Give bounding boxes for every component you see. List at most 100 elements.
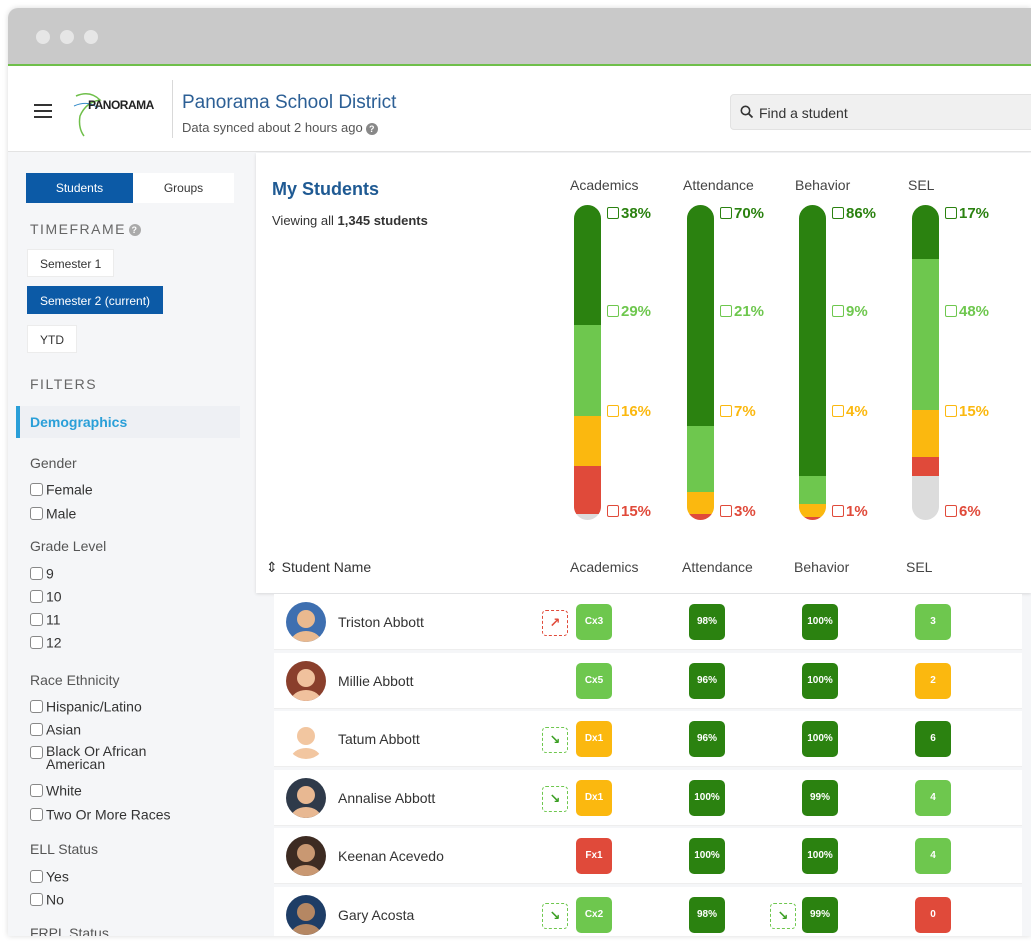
checkbox-box[interactable]: [30, 589, 43, 603]
behavior-chip[interactable]: 100%: [802, 838, 838, 874]
dist-checkbox[interactable]: [607, 504, 619, 517]
avatar[interactable]: [286, 660, 326, 701]
student-name[interactable]: Millie Abbott: [338, 673, 413, 689]
checkbox-white[interactable]: White: [30, 781, 82, 798]
behavior-chip[interactable]: 100%: [802, 604, 838, 640]
checkbox-box[interactable]: [30, 506, 43, 520]
timeframe-ytd[interactable]: YTD: [27, 325, 77, 353]
table-row[interactable]: Keenan Acevedo Fx1 100% 100% 4: [274, 828, 1022, 884]
dist-checkbox[interactable]: [832, 404, 844, 417]
checkbox-box[interactable]: [30, 635, 43, 649]
table-row[interactable]: Tatum Abbott ↘ Dx1 96% 100% 6: [274, 711, 1022, 767]
dist-checkbox[interactable]: [607, 404, 619, 417]
checkbox-box[interactable]: [30, 745, 43, 759]
checkbox-grade-12[interactable]: 12: [30, 633, 62, 650]
checkbox-hispanic-latino[interactable]: Hispanic/Latino: [30, 697, 142, 714]
avatar[interactable]: [286, 602, 326, 642]
help-icon[interactable]: ?: [365, 122, 378, 135]
dist-percent-label[interactable]: 15%: [607, 503, 651, 520]
dist-bar-behavior[interactable]: [799, 205, 826, 520]
dist-percent-label[interactable]: 86%: [832, 205, 876, 222]
sel-chip[interactable]: 4: [915, 779, 951, 816]
checkbox-ell-yes[interactable]: Yes: [30, 867, 69, 884]
checkbox-asian[interactable]: Asian: [30, 720, 81, 737]
attendance-chip[interactable]: 100%: [689, 838, 725, 874]
sel-chip[interactable]: 0: [915, 896, 951, 933]
timeframe-semester-1[interactable]: Semester 1: [27, 249, 115, 277]
checkbox-female[interactable]: Female: [30, 480, 93, 497]
dist-checkbox[interactable]: [945, 206, 957, 219]
avatar[interactable]: [286, 777, 326, 818]
checkbox-male[interactable]: Male: [30, 504, 76, 521]
menu-icon[interactable]: [34, 104, 52, 118]
checkbox-box[interactable]: [30, 892, 43, 906]
academics-chip[interactable]: Cx5: [576, 662, 612, 699]
academics-chip[interactable]: Cx3: [576, 604, 612, 640]
window-close-dot[interactable]: [36, 30, 50, 44]
behavior-chip[interactable]: 99%: [802, 896, 838, 933]
window-minimize-dot[interactable]: [60, 30, 74, 44]
trend-down-icon[interactable]: ↘: [542, 727, 568, 753]
checkbox-box[interactable]: [30, 722, 43, 736]
col-head-attendance[interactable]: Attendance: [682, 559, 753, 575]
avatar[interactable]: [286, 836, 326, 876]
dist-checkbox[interactable]: [832, 206, 844, 219]
checkbox-box[interactable]: [30, 612, 43, 626]
dist-checkbox[interactable]: [720, 206, 732, 219]
panorama-logo[interactable]: PANORAMA: [70, 86, 170, 138]
student-name[interactable]: Triston Abbott: [338, 614, 424, 630]
checkbox-grade-11[interactable]: 11: [30, 610, 61, 627]
dist-bar-sel[interactable]: [912, 205, 939, 520]
student-name[interactable]: Keenan Acevedo: [338, 848, 444, 864]
dist-percent-label[interactable]: 6%: [945, 503, 981, 520]
trend-down-icon[interactable]: ↘: [542, 785, 568, 812]
dist-checkbox[interactable]: [720, 504, 732, 517]
student-search[interactable]: Find a student: [730, 94, 1031, 130]
checkbox-box[interactable]: [30, 699, 43, 713]
dist-checkbox[interactable]: [832, 504, 844, 517]
timeframe-semester-2[interactable]: Semester 2 (current): [27, 286, 164, 314]
filter-tab-demographics[interactable]: Demographics: [16, 406, 240, 438]
tab-groups[interactable]: Groups: [133, 173, 234, 203]
dist-percent-label[interactable]: 16%: [607, 403, 651, 420]
checkbox-box[interactable]: [30, 566, 43, 580]
attendance-chip[interactable]: 98%: [689, 896, 725, 933]
academics-chip[interactable]: Dx1: [576, 779, 612, 816]
sel-chip[interactable]: 3: [915, 604, 951, 640]
sel-chip[interactable]: 2: [915, 662, 951, 699]
window-maximize-dot[interactable]: [84, 30, 98, 44]
dist-percent-label[interactable]: 38%: [607, 205, 651, 222]
tab-students[interactable]: Students: [26, 173, 133, 203]
academics-chip[interactable]: Fx1: [576, 838, 612, 874]
dist-checkbox[interactable]: [607, 304, 619, 317]
dist-checkbox[interactable]: [607, 206, 619, 219]
behavior-chip[interactable]: 100%: [802, 662, 838, 699]
dist-checkbox[interactable]: [945, 404, 957, 417]
checkbox-box[interactable]: [30, 783, 43, 797]
sort-student-name[interactable]: ⇕ Student Name: [266, 559, 371, 576]
checkbox-grade-9[interactable]: 9: [30, 564, 54, 581]
col-head-sel[interactable]: SEL: [906, 559, 932, 575]
student-name[interactable]: Gary Acosta: [338, 907, 414, 923]
search-input[interactable]: Find a student: [759, 105, 848, 121]
trend-down-icon[interactable]: ↘: [542, 902, 568, 929]
behavior-chip[interactable]: 99%: [802, 779, 838, 816]
dist-percent-label[interactable]: 48%: [945, 303, 989, 320]
checkbox-black-african-american[interactable]: Black Or African American: [30, 744, 156, 771]
attendance-chip[interactable]: 98%: [689, 604, 725, 640]
dist-checkbox[interactable]: [945, 504, 957, 517]
academics-chip[interactable]: Dx1: [576, 721, 612, 757]
dist-percent-label[interactable]: 29%: [607, 303, 651, 320]
table-row[interactable]: Annalise Abbott ↘ Dx1 100% 99% 4: [274, 769, 1022, 826]
avatar[interactable]: [286, 894, 326, 935]
sel-chip[interactable]: 4: [915, 838, 951, 874]
dist-percent-label[interactable]: 17%: [945, 205, 989, 222]
table-row[interactable]: Millie Abbott Cx5 96% 100% 2: [274, 652, 1022, 709]
table-row[interactable]: Triston Abbott ↗ Cx3 98% 100% 3: [274, 594, 1022, 650]
trend-up-icon[interactable]: ↗: [542, 610, 568, 636]
student-name[interactable]: Tatum Abbott: [338, 731, 420, 747]
checkbox-box[interactable]: [30, 869, 43, 883]
attendance-chip[interactable]: 96%: [689, 721, 725, 757]
trend-down-icon[interactable]: ↘: [770, 902, 796, 929]
dist-checkbox[interactable]: [832, 304, 844, 317]
